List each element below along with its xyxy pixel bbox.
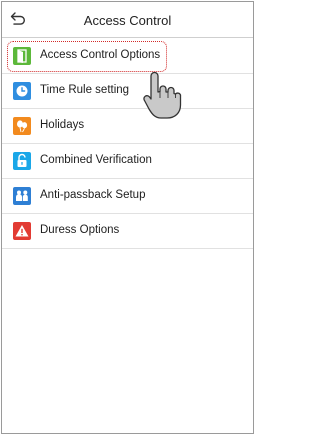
menu-item-duress-options[interactable]: Duress Options — [2, 214, 253, 249]
door-icon — [13, 47, 31, 65]
menu-item-access-control-options[interactable]: Access Control Options — [2, 39, 253, 74]
menu-item-label: Access Control Options — [40, 49, 161, 61]
menu-item-time-rule-setting[interactable]: Time Rule setting — [2, 74, 253, 109]
users-icon — [13, 187, 31, 205]
menu-list: Access Control Options Time Rule setting… — [2, 39, 253, 249]
unlock-icon — [13, 152, 31, 170]
warning-icon — [13, 222, 31, 240]
header-bar: Access Control — [2, 2, 253, 38]
pointing-hand-icon — [143, 72, 182, 119]
menu-item-holidays[interactable]: Holidays — [2, 109, 253, 144]
menu-item-label: Holidays — [40, 119, 85, 131]
clock-icon — [13, 82, 31, 100]
menu-item-label: Time Rule setting — [40, 84, 130, 96]
device-screen: Access Control Access Control Options Ti… — [1, 1, 254, 434]
page-title: Access Control — [83, 13, 172, 28]
menu-item-label: Combined Verification — [40, 154, 152, 166]
menu-item-anti-passback-setup[interactable]: Anti-passback Setup — [2, 179, 253, 214]
balloons-icon — [13, 117, 31, 135]
menu-item-label: Duress Options — [40, 224, 120, 236]
menu-item-label: Anti-passback Setup — [40, 189, 146, 201]
menu-item-combined-verification[interactable]: Combined Verification — [2, 144, 253, 179]
